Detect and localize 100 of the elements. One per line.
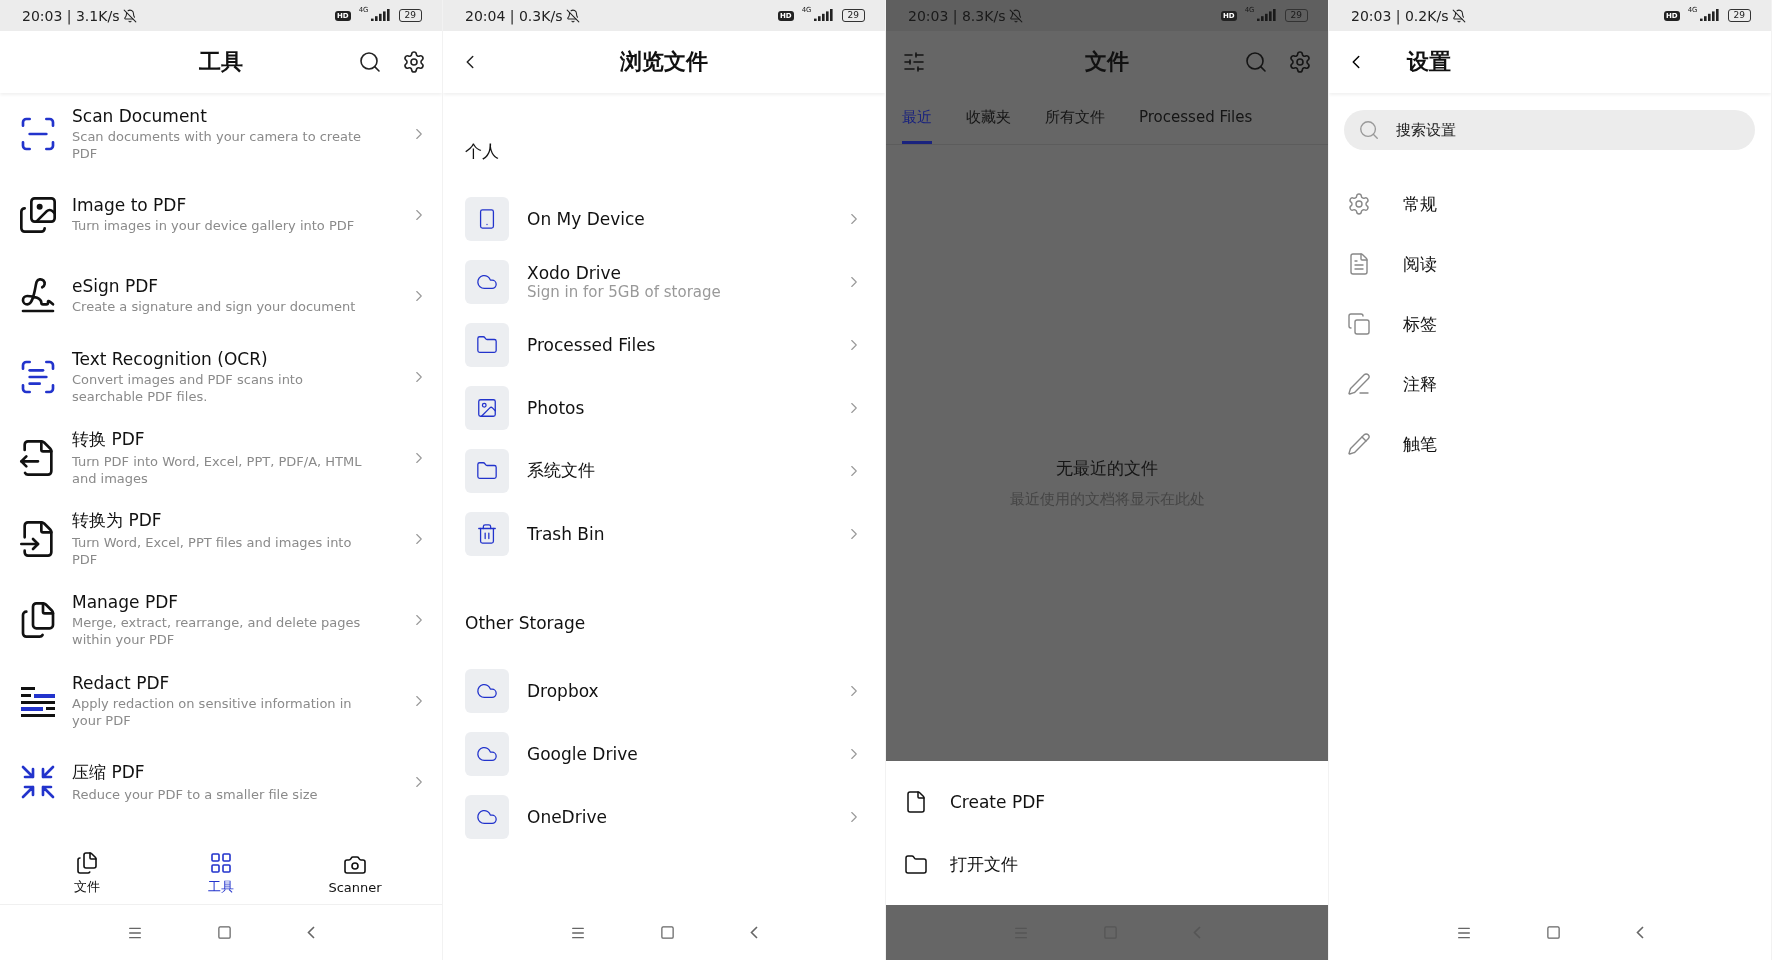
bell-off-icon [1452,8,1467,23]
screen-title: 浏览文件 [619,48,709,76]
tool-description: Create a signature and sign your document [72,298,357,315]
settings-item[interactable]: 触笔 [1329,414,1771,474]
tool-description: Scan documents with your camera to create PDF [72,127,362,162]
location-item[interactable]: Processed Files [443,313,885,376]
gear-icon [1347,192,1371,216]
location-label: Xodo Drive [527,262,622,283]
tool-title: 压缩 PDF [72,760,146,784]
tool-item[interactable]: Manage PDF Merge, extract, rearrange, and delete pages within your PDF [0,579,442,660]
status-time: 20:03 | 3.1K/s [22,7,120,24]
pen-icon [1347,372,1371,396]
status-time: 20:04 | 0.3K/s [465,7,563,24]
pencil-icon [1347,432,1371,456]
tool-title: 转换 PDF [72,428,146,451]
tool-item[interactable]: Text Recognition (OCR) Convert images and PDF scans into searchable PDF files. [0,336,442,417]
section-heading: Other Storage [464,612,587,635]
search-field[interactable]: 搜索设置 [1344,110,1755,150]
location-item[interactable]: 系统文件 [443,439,885,502]
sheet-item[interactable]: 打开文件 [886,833,1328,896]
signal-icon [1256,9,1277,22]
search-icon [1358,119,1380,141]
bell-off-icon [566,8,581,23]
images-icon [18,194,58,235]
trash-icon [476,522,498,545]
settings-label: 触笔 [1403,432,1437,456]
status-time: 20:03 | 8.3K/s [908,7,1006,24]
bottom-tab[interactable]: 文件 [32,849,142,898]
location-item[interactable]: Xodo Drive Sign in for 5GB of storage [443,250,885,313]
status-time: 20:03 | 0.2K/s [1351,7,1449,24]
home-button[interactable] [660,925,676,940]
signal-icon [813,9,834,22]
filter-button[interactable] [902,50,926,74]
location-label: Processed Files [527,334,657,355]
bell-off-icon [123,8,138,23]
location-label: OneDrive [527,806,608,827]
files-icon [75,851,99,875]
tool-title: eSign PDF [72,276,160,296]
grid-icon [209,851,233,875]
home-button[interactable] [217,925,233,940]
screen-title: 工具 [198,48,244,76]
empty-title: 无最近的文件 [1056,457,1158,480]
location-label: 系统文件 [527,459,596,482]
search-button[interactable] [358,50,382,74]
folder-icon [476,333,498,356]
settings-item[interactable]: 注释 [1329,354,1771,414]
copy-icon [1347,312,1371,336]
tool-title: Redact PDF [72,672,171,693]
folder-icon [904,852,928,877]
settings-label: 标签 [1403,312,1437,336]
sheet-item-label: 打开文件 [950,853,1018,876]
location-label: Dropbox [527,680,600,701]
battery-indicator: 29 [1727,9,1751,22]
screen-title: 文件 [1084,48,1130,76]
tool-item[interactable]: 转换为 PDF Turn Word, Excel, PPT files and images into PDF [0,498,442,579]
location-item[interactable]: OneDrive [443,785,885,848]
location-label: Google Drive [527,743,639,764]
location-subtitle: Sign in for 5GB of storage [527,282,722,301]
screen-title: 设置 [1407,48,1451,76]
settings-item[interactable]: 阅读 [1329,234,1771,294]
location-item[interactable]: Dropbox [443,659,885,722]
tool-description: Turn images in your device gallery into PDF [72,217,356,234]
tool-description: Convert images and PDF scans into searchable PDF files. [72,370,304,405]
tool-item[interactable]: Scan Document Scan documents with your camera to create PDF [0,93,442,174]
tool-title: Text Recognition (OCR) [72,348,269,369]
home-button[interactable] [1546,925,1562,940]
tool-item[interactable]: 转换 PDF Turn PDF into Word, Excel, PPT, PDF/A, HTML and images [0,417,442,498]
sheet-item-label: Create PDF [950,791,1045,812]
sheet-item[interactable]: Create PDF [886,770,1328,833]
battery-indicator: 29 [398,9,422,22]
document-icon [1347,252,1371,276]
bottom-tab[interactable]: Scanner [300,850,410,897]
back-icon [749,926,758,939]
battery-indicator: 29 [841,9,865,22]
tool-description: Apply redaction on sensitive information in your PDF [72,694,353,729]
battery-indicator: 29 [1284,9,1308,22]
tool-item[interactable]: 压缩 PDF Reduce your PDF to a smaller file size [0,741,442,822]
location-item[interactable]: On My Device [443,187,885,250]
settings-item[interactable]: 标签 [1329,294,1771,354]
signal-icon [1699,9,1720,22]
tool-title: Image to PDF [72,195,188,215]
bottom-tab[interactable]: 工具 [166,849,276,898]
tool-item[interactable]: Redact PDF Apply redaction on sensitive information in your PDF [0,660,442,741]
location-item[interactable]: Google Drive [443,722,885,785]
location-item[interactable]: Trash Bin [443,502,885,565]
tool-title: Manage PDF [72,591,180,612]
bell-off-icon [1009,8,1024,23]
settings-label: 常规 [1403,192,1437,216]
signal-icon [370,9,391,22]
location-item[interactable]: Photos [443,376,885,439]
tool-title: 转换为 PDF [72,509,163,532]
location-label: Trash Bin [527,523,606,544]
tool-item[interactable]: Image to PDF Turn images in your device gallery into PDF [0,174,442,255]
tool-item[interactable]: eSign PDF Create a signature and sign your document [0,255,442,336]
tool-description: Turn Word, Excel, PPT files and images into PDF [72,534,353,568]
settings-button[interactable] [402,50,426,74]
settings-label: 注释 [1403,372,1437,396]
location-label: Photos [527,397,586,418]
settings-item[interactable]: 常规 [1329,174,1771,234]
back-icon [306,926,315,939]
